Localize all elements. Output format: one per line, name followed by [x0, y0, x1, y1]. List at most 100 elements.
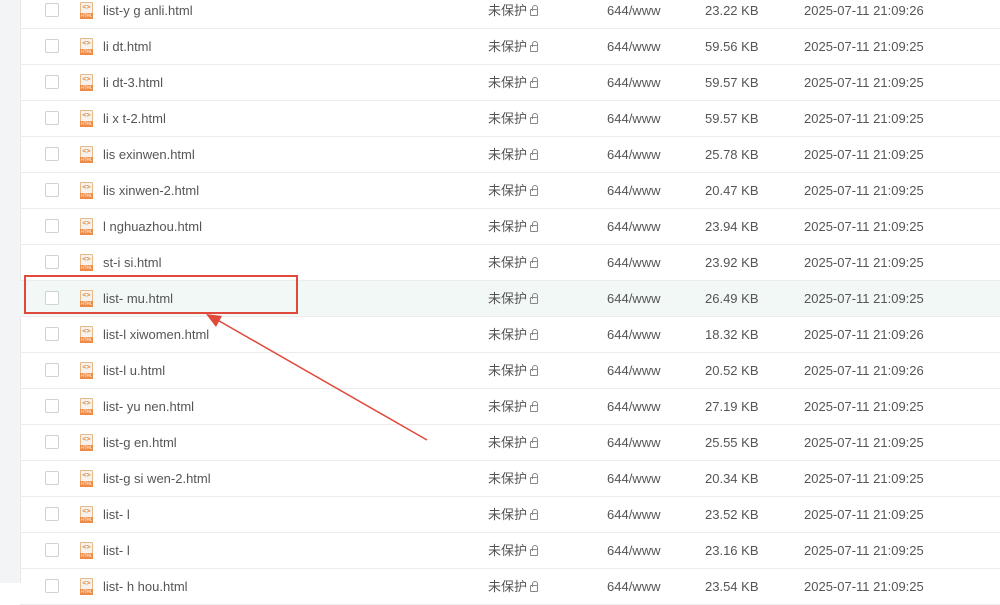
- permission-owner[interactable]: 644/www: [607, 461, 660, 496]
- row-checkbox[interactable]: [45, 579, 59, 593]
- protection-status[interactable]: 未保护: [488, 65, 539, 100]
- row-checkbox[interactable]: [45, 111, 59, 125]
- protection-status[interactable]: 未保护: [488, 389, 539, 424]
- file-size: 59.57 KB: [705, 111, 759, 126]
- protection-status[interactable]: 未保护: [488, 101, 539, 136]
- row-checkbox[interactable]: [45, 363, 59, 377]
- row-checkbox[interactable]: [45, 471, 59, 485]
- file-name[interactable]: li dt-3.html: [103, 65, 163, 100]
- protection-status[interactable]: 未保护: [488, 245, 539, 280]
- file-row[interactable]: <> HTML list-g si wen-2.html 未保护 644/www 20.3…: [20, 461, 1000, 497]
- modified-time: 2025-07-11 21:09:26: [804, 363, 924, 378]
- file-name[interactable]: li x t-2.html: [103, 101, 166, 136]
- permission-owner[interactable]: 644/www: [607, 65, 660, 100]
- html-file-icon: <> HTML: [80, 146, 93, 163]
- permission-owner[interactable]: 644/www: [607, 173, 660, 208]
- file-name[interactable]: list-y g anli.html: [103, 0, 193, 28]
- lock-icon: [530, 545, 539, 556]
- protection-status[interactable]: 未保护: [488, 209, 539, 244]
- file-row[interactable]: <> HTML lis xinwen-2.html 未保护 644/www 20.47 K…: [20, 173, 1000, 209]
- row-checkbox[interactable]: [45, 543, 59, 557]
- file-name[interactable]: list- yu nen.html: [103, 389, 194, 424]
- file-name[interactable]: list-g en.html: [103, 425, 177, 460]
- file-row[interactable]: <> HTML lis exinwen.html 未保护 644/www 25.78 KB…: [20, 137, 1000, 173]
- file-name[interactable]: list- h hou.html: [103, 569, 188, 604]
- file-row[interactable]: <> HTML l nghuazhou.html 未保护 644/www 23.94 KB…: [20, 209, 1000, 245]
- file-row[interactable]: <> HTML list- l 未保护 644/www 23.52 KB 2025-07-1…: [20, 497, 1000, 533]
- file-row[interactable]: <> HTML list-g en.html 未保护 644/www 25.55 KB 20…: [20, 425, 1000, 461]
- row-checkbox[interactable]: [45, 183, 59, 197]
- modified-time: 2025-07-11 21:09:25: [804, 435, 924, 450]
- protection-status[interactable]: 未保护: [488, 281, 539, 316]
- permission-owner[interactable]: 644/www: [607, 389, 660, 424]
- row-checkbox[interactable]: [45, 399, 59, 413]
- protection-status[interactable]: 未保护: [488, 461, 539, 496]
- permission-owner[interactable]: 644/www: [607, 353, 660, 388]
- file-row[interactable]: <> HTML list-y g anli.html 未保护 644/www 23.22 …: [20, 0, 1000, 29]
- protection-status[interactable]: 未保护: [488, 0, 539, 28]
- permission-owner[interactable]: 644/www: [607, 101, 660, 136]
- protection-status[interactable]: 未保护: [488, 317, 539, 352]
- protection-status[interactable]: 未保护: [488, 533, 539, 568]
- file-row[interactable]: <> HTML li x t-2.html 未保护 644/www 59.57 KB 202…: [20, 101, 1000, 137]
- file-name[interactable]: st-i si.html: [103, 245, 162, 280]
- protection-status[interactable]: 未保护: [488, 173, 539, 208]
- permission-owner[interactable]: 644/www: [607, 29, 660, 64]
- file-name[interactable]: list-g si wen-2.html: [103, 461, 211, 496]
- file-row[interactable]: <> HTML list- h hou.html 未保护 644/www 23.54 KB…: [20, 569, 1000, 605]
- protection-status[interactable]: 未保护: [488, 425, 539, 460]
- file-name[interactable]: list-l u.html: [103, 353, 165, 388]
- row-checkbox[interactable]: [45, 435, 59, 449]
- file-name[interactable]: list- mu.html: [103, 281, 173, 316]
- file-row[interactable]: <> HTML li dt-3.html 未保护 644/www 59.57 KB 2025…: [20, 65, 1000, 101]
- permission-owner[interactable]: 644/www: [607, 209, 660, 244]
- permission-owner[interactable]: 644/www: [607, 317, 660, 352]
- file-row[interactable]: <> HTML list-l xiwomen.html 未保护 644/www 18.32…: [20, 317, 1000, 353]
- file-row[interactable]: <> HTML list- yu nen.html 未保护 644/www 27.19 K…: [20, 389, 1000, 425]
- html-file-icon: <> HTML: [80, 218, 93, 235]
- file-name[interactable]: li dt.html: [103, 29, 151, 64]
- modified-time: 2025-07-11 21:09:25: [804, 399, 924, 414]
- file-row[interactable]: <> HTML list- mu.html 未保护 644/www 26.49 KB 202…: [20, 281, 1000, 317]
- protection-status[interactable]: 未保护: [488, 353, 539, 388]
- file-name[interactable]: list- l: [103, 497, 130, 532]
- permission-owner[interactable]: 644/www: [607, 0, 660, 28]
- file-name[interactable]: lis xinwen-2.html: [103, 173, 199, 208]
- row-checkbox[interactable]: [45, 219, 59, 233]
- file-row[interactable]: <> HTML list-l u.html 未保护 644/www 20.52 KB 202…: [20, 353, 1000, 389]
- html-file-icon: <> HTML: [80, 2, 93, 19]
- row-checkbox[interactable]: [45, 75, 59, 89]
- file-name[interactable]: lis exinwen.html: [103, 137, 195, 172]
- permission-owner[interactable]: 644/www: [607, 137, 660, 172]
- row-checkbox[interactable]: [45, 507, 59, 521]
- protection-status[interactable]: 未保护: [488, 137, 539, 172]
- file-name[interactable]: l nghuazhou.html: [103, 209, 202, 244]
- permission-owner[interactable]: 644/www: [607, 281, 660, 316]
- row-checkbox[interactable]: [45, 327, 59, 341]
- permission-owner[interactable]: 644/www: [607, 425, 660, 460]
- row-checkbox[interactable]: [45, 255, 59, 269]
- html-file-icon: <> HTML: [80, 362, 93, 379]
- permission-owner[interactable]: 644/www: [607, 533, 660, 568]
- row-checkbox[interactable]: [45, 39, 59, 53]
- permission-owner[interactable]: 644/www: [607, 497, 660, 532]
- file-row[interactable]: <> HTML st-i si.html 未保护 644/www 23.92 KB 202…: [20, 245, 1000, 281]
- file-size: 26.49 KB: [705, 291, 759, 306]
- file-name[interactable]: list-l xiwomen.html: [103, 317, 209, 352]
- file-row[interactable]: <> HTML list- l 未保护 644/www 23.16 KB 2025-07-1…: [20, 533, 1000, 569]
- file-row[interactable]: <> HTML li dt.html 未保护 644/www 59.56 KB 2025-0…: [20, 29, 1000, 65]
- row-checkbox[interactable]: [45, 291, 59, 305]
- protection-status[interactable]: 未保护: [488, 29, 539, 64]
- modified-time: 2025-07-11 21:09:25: [804, 579, 924, 594]
- left-panel-edge: [0, 0, 21, 583]
- file-name[interactable]: list- l: [103, 533, 130, 568]
- permission-owner[interactable]: 644/www: [607, 569, 660, 604]
- modified-time: 2025-07-11 21:09:25: [804, 471, 924, 486]
- permission-owner[interactable]: 644/www: [607, 245, 660, 280]
- modified-time: 2025-07-11 21:09:26: [804, 3, 924, 18]
- protection-status[interactable]: 未保护: [488, 569, 539, 604]
- row-checkbox[interactable]: [45, 147, 59, 161]
- html-file-icon: <> HTML: [80, 470, 93, 487]
- protection-status[interactable]: 未保护: [488, 497, 539, 532]
- row-checkbox[interactable]: [45, 3, 59, 17]
